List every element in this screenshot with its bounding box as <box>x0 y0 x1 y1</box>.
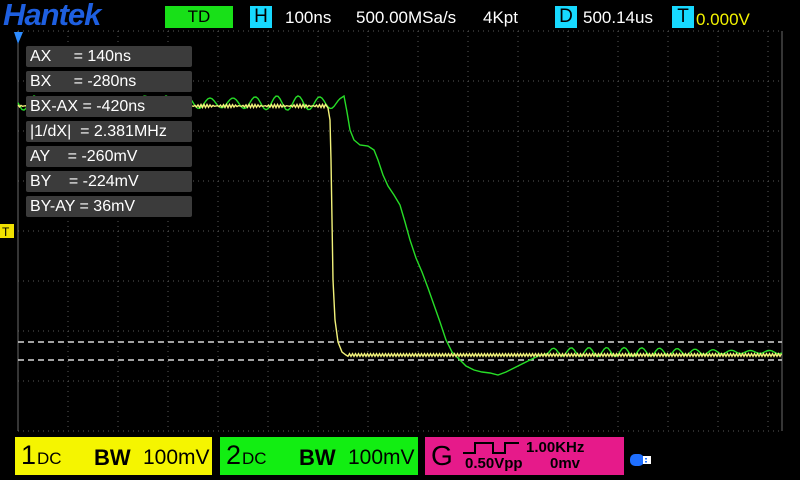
readout-bx-ax: BX-AX = -420ns <box>26 96 192 117</box>
ch2-coupling: DC <box>242 449 267 468</box>
ch2-bw-limit: BW <box>299 445 336 470</box>
ch1-scale: 100mV <box>143 446 210 469</box>
generator-label: G <box>431 440 453 471</box>
readout-by-ay: BY-AY = 36mV <box>26 196 192 217</box>
readout-inv-dx: |1/dX| = 2.381MHz <box>26 121 192 142</box>
signal-generator-panel[interactable]: G 1.00KHz 0.50Vpp 0mv <box>425 437 624 475</box>
trigger-marker-label: T <box>2 225 10 239</box>
generator-frequency: 1.00KHz <box>526 439 585 456</box>
ch2-settings-panel[interactable]: 2 DC BW 100mV <box>220 437 418 475</box>
ch1-settings-panel[interactable]: 1 DC BW 100mV <box>15 437 212 475</box>
generator-offset: 0mv <box>550 455 581 472</box>
ch2-number: 2 <box>226 440 242 470</box>
readout-ay: AY = -260mV <box>26 146 192 167</box>
readout-bx: BX = -280ns <box>26 71 192 92</box>
generator-amplitude: 0.50Vpp <box>465 455 523 472</box>
readout-ax: AX = 140ns <box>26 46 192 67</box>
usb-icon <box>630 454 651 466</box>
readout-by: BY = -224mV <box>26 171 192 192</box>
ch1-bw-limit: BW <box>94 445 131 470</box>
ch1-position-marker[interactable] <box>14 32 23 44</box>
ch1-trace <box>17 102 783 358</box>
ch1-number: 1 <box>21 440 37 470</box>
square-wave-icon <box>463 442 519 454</box>
ch1-coupling: DC <box>37 449 62 468</box>
ch2-scale: 100mV <box>348 446 415 469</box>
